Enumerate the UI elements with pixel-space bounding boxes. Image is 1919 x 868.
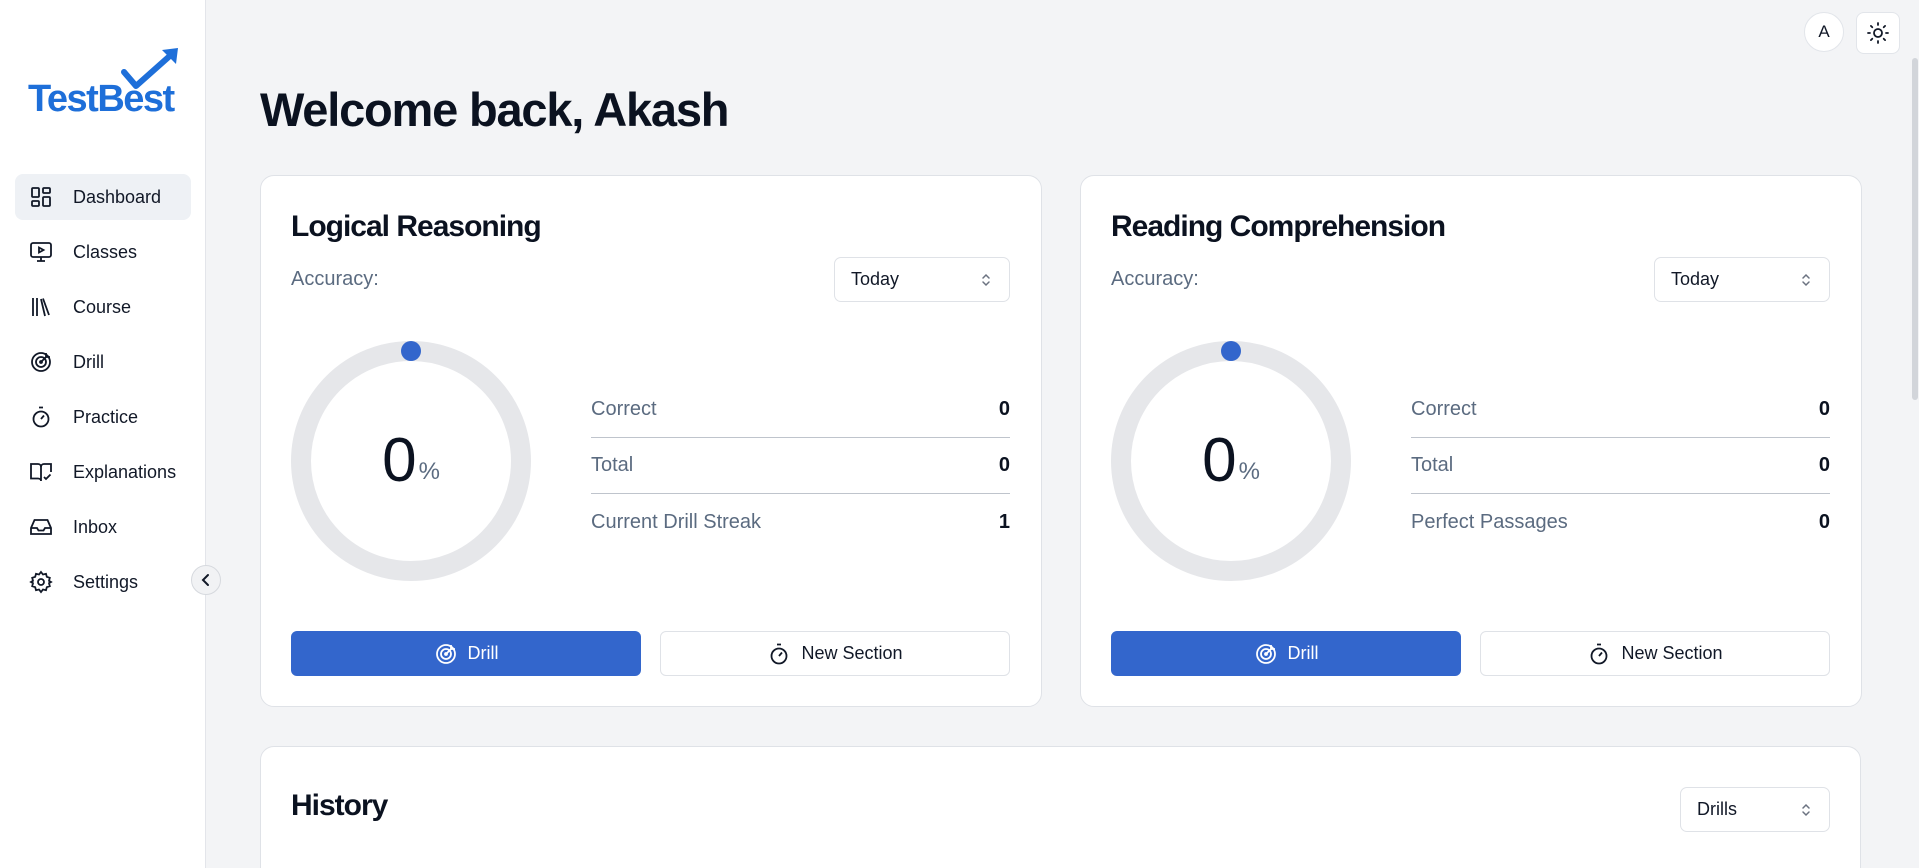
sidebar: TestBest Dashboard Classes Course Drill … xyxy=(0,0,206,868)
card-title: Reading Comprehension xyxy=(1111,210,1446,243)
sidebar-item-label: Dashboard xyxy=(73,186,162,207)
stat-label: Total xyxy=(1411,454,1454,476)
reading-comprehension-card: Reading Comprehension Accuracy: Today 0 … xyxy=(1080,175,1862,707)
sidebar-item-explanations[interactable]: Explanations xyxy=(15,449,191,495)
new-section-button[interactable]: New Section xyxy=(1480,631,1830,676)
stopwatch-icon xyxy=(1591,643,1608,664)
gear-icon xyxy=(29,570,53,594)
sidebar-item-course[interactable]: Course xyxy=(15,284,191,330)
card-title: Logical Reasoning xyxy=(291,210,542,243)
accuracy-gauge: 0 % xyxy=(1111,341,1351,581)
drill-button[interactable]: Drill xyxy=(291,631,641,676)
target-icon xyxy=(1255,643,1276,664)
avatar[interactable]: A xyxy=(1804,12,1844,52)
accuracy-gauge: 0 % xyxy=(291,341,531,581)
stat-value: 0 xyxy=(1818,398,1830,420)
sidebar-nav: Dashboard Classes Course Drill Practice … xyxy=(15,174,191,614)
accuracy-value: 0 % xyxy=(1111,341,1351,581)
chevron-left-icon xyxy=(201,574,209,586)
accuracy-number: 0 xyxy=(1202,426,1237,495)
stat-row-total: Total 0 xyxy=(1411,438,1830,494)
sidebar-item-label: Classes xyxy=(73,241,138,262)
accuracy-unit: % xyxy=(1238,458,1260,485)
stat-row-correct: Correct 0 xyxy=(1411,382,1830,438)
stat-label: Correct xyxy=(1411,398,1477,420)
accuracy-value: 0 % xyxy=(291,341,531,581)
stat-value: 0 xyxy=(998,398,1010,420)
sidebar-item-label: Settings xyxy=(73,571,139,592)
theme-toggle-button[interactable] xyxy=(1856,12,1900,54)
dashboard-icon xyxy=(31,187,51,207)
period-select-value: Today xyxy=(1671,269,1720,289)
sidebar-item-label: Drill xyxy=(73,351,104,372)
drill-button[interactable]: Drill xyxy=(1111,631,1461,676)
sidebar-item-practice[interactable]: Practice xyxy=(15,394,191,440)
accuracy-number: 0 xyxy=(382,426,417,495)
chevron-up-down-icon xyxy=(982,273,990,286)
sidebar-collapse-button[interactable] xyxy=(191,565,221,595)
sidebar-item-dashboard[interactable]: Dashboard xyxy=(15,174,191,220)
sidebar-item-classes[interactable]: Classes xyxy=(15,229,191,275)
sidebar-item-settings[interactable]: Settings xyxy=(15,559,191,605)
history-title: History xyxy=(291,789,388,822)
inbox-icon xyxy=(30,519,52,535)
sidebar-item-inbox[interactable]: Inbox xyxy=(15,504,191,550)
logo-text: TestBest xyxy=(28,78,175,120)
target-icon xyxy=(31,352,51,372)
new-section-button-label: New Section xyxy=(801,643,903,663)
new-section-button-label: New Section xyxy=(1621,643,1723,663)
accuracy-unit: % xyxy=(418,458,440,485)
sidebar-item-label: Course xyxy=(73,296,132,317)
sidebar-item-label: Explanations xyxy=(73,461,177,482)
stat-label: Perfect Passages xyxy=(1411,510,1568,533)
period-select[interactable]: Today xyxy=(1654,257,1830,302)
stat-label: Total xyxy=(591,454,634,476)
drill-button-label: Drill xyxy=(467,643,499,663)
stat-value: 1 xyxy=(998,510,1010,533)
library-books-icon xyxy=(32,298,50,317)
stat-row-streak: Current Drill Streak 1 xyxy=(591,494,1010,550)
stats-list: Correct 0 Total 0 Current Drill Streak 1 xyxy=(591,382,1010,550)
sidebar-item-label: Practice xyxy=(73,406,139,427)
drill-button-label: Drill xyxy=(1287,643,1319,663)
history-card: History Drills xyxy=(260,746,1861,868)
stat-value: 0 xyxy=(1818,454,1830,476)
page-title: Welcome back, Akash xyxy=(260,83,730,136)
target-icon xyxy=(435,643,456,664)
sidebar-item-drill[interactable]: Drill xyxy=(15,339,191,385)
stat-row-correct: Correct 0 xyxy=(591,382,1010,438)
sidebar-item-label: Inbox xyxy=(73,516,118,537)
stopwatch-icon xyxy=(771,643,788,664)
sun-icon xyxy=(1867,22,1889,44)
stats-list: Correct 0 Total 0 Perfect Passages 0 xyxy=(1411,382,1830,550)
chevron-up-down-icon xyxy=(1802,803,1810,816)
monitor-play-icon xyxy=(30,242,52,262)
new-section-button[interactable]: New Section xyxy=(660,631,1010,676)
period-select-value: Today xyxy=(851,269,900,289)
page-scrollbar[interactable] xyxy=(1912,58,1918,400)
stat-label: Current Drill Streak xyxy=(591,510,762,533)
stat-label: Correct xyxy=(591,398,657,420)
stat-row-perfect-passages: Perfect Passages 0 xyxy=(1411,494,1830,550)
logical-reasoning-card: Logical Reasoning Accuracy: Today 0 % Co… xyxy=(260,175,1042,707)
testbest-logo[interactable]: TestBest xyxy=(28,46,178,122)
accuracy-label: Accuracy: xyxy=(1111,268,1199,290)
history-filter-value: Drills xyxy=(1697,799,1737,819)
chevron-up-down-icon xyxy=(1802,273,1810,286)
book-check-icon xyxy=(30,463,52,482)
stat-row-total: Total 0 xyxy=(591,438,1010,494)
stat-value: 0 xyxy=(1818,510,1830,533)
stopwatch-icon xyxy=(32,406,50,428)
history-filter-select[interactable]: Drills xyxy=(1680,787,1830,832)
period-select[interactable]: Today xyxy=(834,257,1010,302)
accuracy-label: Accuracy: xyxy=(291,268,379,290)
stat-value: 0 xyxy=(998,454,1010,476)
